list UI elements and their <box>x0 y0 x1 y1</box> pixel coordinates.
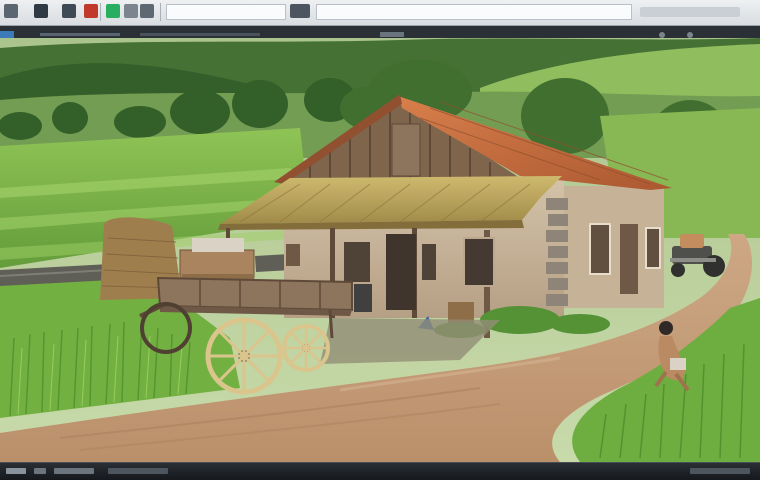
toolbar-field-long[interactable] <box>316 4 632 20</box>
toolbar-field[interactable] <box>166 4 286 20</box>
settings-icon[interactable] <box>640 7 740 17</box>
brush-icon[interactable] <box>106 4 120 18</box>
arrow-icon[interactable] <box>140 4 154 18</box>
image-viewer-window <box>0 0 760 480</box>
status-indicator <box>54 468 94 474</box>
zoom-icon[interactable] <box>290 4 310 18</box>
toolbar <box>0 0 760 26</box>
status-indicator <box>690 468 750 474</box>
toolbar-separator <box>100 3 101 21</box>
image-canvas[interactable] <box>0 38 760 462</box>
sub-toolbar <box>0 26 760 41</box>
status-indicator <box>108 468 168 474</box>
status-indicator <box>34 468 46 474</box>
farm-scene-image <box>0 38 760 462</box>
tool-icon[interactable] <box>124 4 138 18</box>
pen-icon[interactable] <box>62 4 76 18</box>
open-icon[interactable] <box>34 4 48 18</box>
color-icon[interactable] <box>84 4 98 18</box>
status-indicator <box>6 468 26 474</box>
new-icon[interactable] <box>4 4 18 18</box>
toolbar-separator <box>160 3 161 21</box>
status-bar <box>0 462 760 480</box>
